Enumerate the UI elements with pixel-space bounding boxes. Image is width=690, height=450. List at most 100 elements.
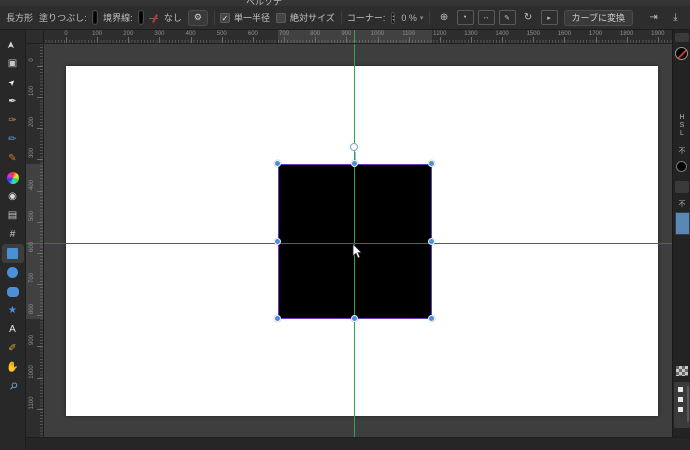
absolute-size-label: 絶対サイズ bbox=[290, 13, 335, 23]
vector-brush-tool[interactable]: ✑ bbox=[2, 111, 24, 130]
corner-value: 0 % bbox=[401, 12, 417, 23]
ruler-tick bbox=[533, 37, 535, 43]
node-tool[interactable]: ➤ bbox=[2, 73, 24, 92]
snap-bounds-icon[interactable]: • bbox=[456, 10, 474, 25]
stroke-style-none-label[interactable]: なし bbox=[164, 11, 182, 24]
ruler-label: 400 bbox=[29, 179, 35, 190]
pen-tool[interactable]: ✒ bbox=[2, 92, 24, 111]
corner-stepper[interactable]: ▴ ▾ bbox=[391, 11, 396, 24]
corner-label: コーナー: bbox=[346, 13, 386, 23]
mini-swatch-panel[interactable] bbox=[674, 382, 690, 428]
panel-button[interactable] bbox=[675, 181, 689, 193]
fill-label: 塗りつぶし: bbox=[39, 13, 87, 23]
status-bar bbox=[26, 437, 690, 450]
selection-handle-bottom-center[interactable] bbox=[351, 315, 358, 322]
no-fill-swatch-icon[interactable] bbox=[675, 47, 688, 60]
ruler-tick bbox=[439, 37, 441, 43]
ruler-tick bbox=[190, 37, 192, 43]
stepper-down-icon[interactable]: ▾ bbox=[392, 17, 394, 22]
corner-percent-dropdown[interactable]: 0 % ▾ bbox=[401, 13, 423, 23]
ruler-tick bbox=[159, 37, 161, 43]
crop-tool-icon: # bbox=[9, 228, 16, 240]
transparency-checker-icon[interactable] bbox=[676, 366, 688, 376]
stroke-swatch[interactable] bbox=[138, 11, 144, 24]
mini-swatch[interactable] bbox=[678, 407, 683, 412]
snap-target-icon[interactable]: ⊕ bbox=[436, 10, 453, 25]
ruler-label: 900 bbox=[29, 335, 35, 346]
mini-swatch[interactable] bbox=[678, 397, 683, 402]
hand-tool[interactable]: ✋ bbox=[2, 358, 24, 377]
selection-handle-top-center[interactable] bbox=[351, 160, 358, 167]
ruler-label: 1100 bbox=[402, 31, 416, 37]
rotate-icon[interactable]: ↻ bbox=[520, 10, 537, 25]
zoom-tool[interactable]: ⚲ bbox=[2, 377, 24, 396]
artboard-tool[interactable]: ▣ bbox=[2, 54, 24, 73]
horizontal-guide-line[interactable] bbox=[44, 243, 672, 244]
ruler-tick bbox=[564, 37, 566, 43]
insert-box-icon[interactable]: ▸ bbox=[540, 10, 558, 25]
move-tool-icon: ➤ bbox=[6, 40, 18, 49]
star-tool[interactable]: ★ bbox=[2, 301, 24, 320]
zoom-tool-icon: ⚲ bbox=[6, 379, 20, 393]
tool-strip: ➤ ▣ ➤ ✒ ✑ ✏ ✎ ◉ ▤ # ★ A ✐ ✋ ⚲ bbox=[0, 30, 26, 450]
vertical-guide-line[interactable] bbox=[354, 44, 355, 437]
color-picker-tool[interactable]: ✐ bbox=[2, 339, 24, 358]
ruler-tick bbox=[128, 37, 130, 43]
swatch-tab-label: 不 bbox=[678, 201, 686, 208]
ruler-tick bbox=[37, 190, 43, 192]
vertical-guide-ruler-mark bbox=[354, 30, 355, 43]
ruler-corner bbox=[26, 30, 44, 44]
ruler-tick bbox=[377, 37, 379, 43]
ruler-tick bbox=[346, 37, 348, 43]
fill-swatch[interactable] bbox=[92, 11, 98, 24]
selection-handle-middle-right[interactable] bbox=[428, 237, 435, 245]
fill-gradient-tool[interactable]: ◉ bbox=[2, 187, 24, 206]
convert-to-curves-button[interactable]: カーブに変換 bbox=[563, 9, 634, 26]
ellipse-tool[interactable] bbox=[2, 263, 24, 282]
crop-tool[interactable]: # bbox=[2, 225, 24, 244]
tool-name-label: 長方形 bbox=[6, 13, 34, 23]
selection-handle-bottom-left[interactable] bbox=[274, 315, 281, 322]
picture-frame-tool[interactable]: ▤ bbox=[2, 206, 24, 225]
rounded-rectangle-tool[interactable] bbox=[2, 282, 24, 301]
align-horizontal-icon[interactable]: ⇥ bbox=[645, 10, 662, 25]
mini-swatch[interactable] bbox=[678, 387, 683, 392]
edit-box-icon[interactable]: ✎ bbox=[498, 10, 516, 25]
selection-handle-top-left[interactable] bbox=[274, 160, 281, 167]
ruler-label: 100 bbox=[92, 31, 103, 37]
selection-handle-top-right[interactable] bbox=[428, 160, 435, 167]
rounded-rectangle-tool-icon bbox=[6, 286, 19, 297]
ruler-label: 1100 bbox=[29, 396, 35, 410]
rotation-handle[interactable] bbox=[350, 143, 358, 151]
text-tool[interactable]: A bbox=[2, 320, 24, 339]
ruler-tick bbox=[37, 315, 43, 317]
ruler-label: 500 bbox=[216, 31, 227, 37]
horizontal-ruler[interactable]: 0 100 200 300 400 500 600 700 800 900 1000 1100 1200… bbox=[44, 30, 672, 44]
star-tool-icon: ★ bbox=[8, 304, 17, 316]
mini-scrollbar[interactable] bbox=[687, 386, 689, 422]
color-wheel-tool[interactable] bbox=[2, 168, 24, 187]
blue-color-swatch[interactable] bbox=[675, 212, 690, 235]
stroke-width-slider[interactable] bbox=[149, 12, 158, 24]
black-color-swatch[interactable] bbox=[676, 161, 687, 172]
vertical-ruler[interactable]: 0 100 200 300 400 500 600 700 800 900 1000 1100 bbox=[26, 44, 44, 437]
pencil-tool-icon: ✏ bbox=[8, 133, 17, 145]
canvas[interactable] bbox=[44, 44, 672, 437]
single-radius-checkbox[interactable]: ✓ 単一半径 bbox=[219, 11, 270, 24]
panel-tab[interactable] bbox=[675, 33, 689, 42]
transform-box-icon[interactable]: ↔ bbox=[477, 10, 495, 25]
absolute-size-checkbox[interactable]: 絶対サイズ bbox=[276, 11, 335, 24]
ruler-tick bbox=[657, 37, 659, 43]
rectangle-tool[interactable] bbox=[1, 244, 24, 263]
align-vertical-icon[interactable]: ⤓ bbox=[667, 10, 684, 25]
ruler-tick bbox=[37, 408, 43, 410]
selected-rectangle-shape[interactable] bbox=[278, 164, 432, 319]
selection-handle-bottom-right[interactable] bbox=[428, 315, 435, 322]
selection-handle-middle-left[interactable] bbox=[274, 237, 281, 245]
move-tool[interactable]: ➤ bbox=[2, 35, 24, 54]
stroke-settings-button[interactable]: ⚙ bbox=[187, 9, 208, 26]
context-toolbar: 長方形 塗りつぶし: 境界線: なし ⚙ ✓ 単一半径 絶対サイズ コーナー: … bbox=[0, 6, 690, 30]
ruler-tick bbox=[37, 346, 43, 348]
pencil-tool[interactable]: ✏ bbox=[2, 130, 24, 149]
paint-brush-tool[interactable]: ✎ bbox=[2, 149, 24, 168]
